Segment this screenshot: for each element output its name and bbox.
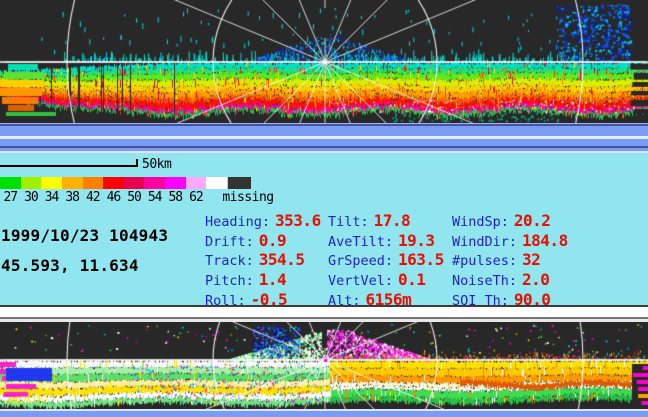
- colorbar-tick: 50: [124, 190, 145, 205]
- field-label-pulses: #pulses:: [452, 253, 517, 269]
- colorbar-block: [165, 177, 186, 189]
- field-value-pitch: 1.4: [259, 270, 286, 289]
- field-label-pitch: Pitch:: [205, 273, 254, 289]
- field-value-avetilt: 19.3: [398, 231, 435, 250]
- colorbar-missing-block: [228, 177, 251, 189]
- panel-separator[interactable]: [0, 305, 648, 322]
- colorbar-block: [83, 177, 104, 189]
- field-winddir: WindDir: 184.8: [452, 231, 568, 250]
- reflectivity-colorbar: [0, 177, 227, 189]
- field-drift: Drift: 0.9: [205, 231, 286, 250]
- colorbar-block: [21, 177, 42, 189]
- velocity-sweep-display[interactable]: [0, 322, 648, 409]
- field-value-pulses: 32: [522, 250, 540, 269]
- field-noiseth: NoiseTh: 2.0: [452, 270, 549, 289]
- field-grspeed: GrSpeed: 163.5: [328, 250, 444, 269]
- field-vertvel: VertVel: 0.1: [328, 270, 425, 289]
- field-windsp: WindSp: 20.2: [452, 211, 550, 230]
- colorbar-tick: 38: [62, 190, 83, 205]
- field-value-winddir: 184.8: [522, 231, 568, 250]
- field-heading: Heading: 353.6: [205, 211, 321, 230]
- status-panel: 50km 27303438424650545862 missing 1999/1…: [0, 153, 648, 305]
- window-border-bottom: [0, 409, 648, 417]
- field-pitch: Pitch: 1.4: [205, 270, 286, 289]
- field-value-heading: 353.6: [275, 211, 321, 230]
- field-label-track: Track:: [205, 253, 254, 269]
- field-tilt: Tilt: 17.8: [328, 211, 410, 230]
- field-column-wind: WindSp: 20.2 WindDir: 184.8 #pulses: 32 Noi…: [452, 211, 648, 311]
- colorbar-missing-label: missing: [219, 190, 277, 205]
- reflectivity-sweep-display[interactable]: [0, 0, 648, 123]
- field-value-drift: 0.9: [259, 231, 286, 250]
- colorbar-block: [41, 177, 62, 189]
- colorbar-tick: 54: [144, 190, 165, 205]
- colorbar-tick: 58: [165, 190, 186, 205]
- field-avetilt: AveTilt: 19.3: [328, 231, 435, 250]
- field-label-winddir: WindDir:: [452, 234, 517, 250]
- colorbar-block: [124, 177, 145, 189]
- field-label-vertvel: VertVel:: [328, 273, 393, 289]
- colorbar-block: [206, 177, 227, 189]
- field-label-windsp: WindSp:: [452, 214, 509, 230]
- field-value-windsp: 20.2: [514, 211, 551, 230]
- field-value-vertvel: 0.1: [398, 270, 425, 289]
- colorbar-tick-labels: 27303438424650545862: [0, 190, 206, 205]
- window-sash-divider[interactable]: [0, 123, 648, 153]
- range-scale-tick: [136, 159, 138, 167]
- colorbar-tick: 46: [103, 190, 124, 205]
- field-value-track: 354.5: [259, 250, 305, 269]
- field-value-noiseth: 2.0: [522, 270, 549, 289]
- colorbar-block: [103, 177, 124, 189]
- field-value-tilt: 17.8: [374, 211, 411, 230]
- colorbar-tick: 42: [83, 190, 104, 205]
- field-value-grspeed: 163.5: [398, 250, 444, 269]
- field-label-noiseth: NoiseTh:: [452, 273, 517, 289]
- field-label-drift: Drift:: [205, 234, 254, 250]
- field-label-tilt: Tilt:: [328, 214, 369, 230]
- colorbar-tick: 27: [0, 190, 21, 205]
- field-label-heading: Heading:: [205, 214, 270, 230]
- lat-lon-display: 45.593, 11.634: [1, 256, 139, 275]
- colorbar-block: [186, 177, 207, 189]
- range-scale-label: 50km: [142, 157, 171, 172]
- colorbar-tick: 62: [186, 190, 207, 205]
- field-label-avetilt: AveTilt:: [328, 234, 393, 250]
- colorbar-block: [62, 177, 83, 189]
- field-pulses: #pulses: 32: [452, 250, 540, 269]
- field-label-grspeed: GrSpeed:: [328, 253, 393, 269]
- colorbar-block: [0, 177, 21, 189]
- datetime-display: 1999/10/23 104943: [1, 226, 168, 245]
- colorbar-block: [144, 177, 165, 189]
- colorbar-tick: 34: [41, 190, 62, 205]
- colorbar-tick: 30: [21, 190, 42, 205]
- field-track: Track: 354.5: [205, 250, 304, 269]
- range-scale-ruler: [0, 165, 137, 167]
- radar-app-window: 50km 27303438424650545862 missing 1999/1…: [0, 0, 648, 417]
